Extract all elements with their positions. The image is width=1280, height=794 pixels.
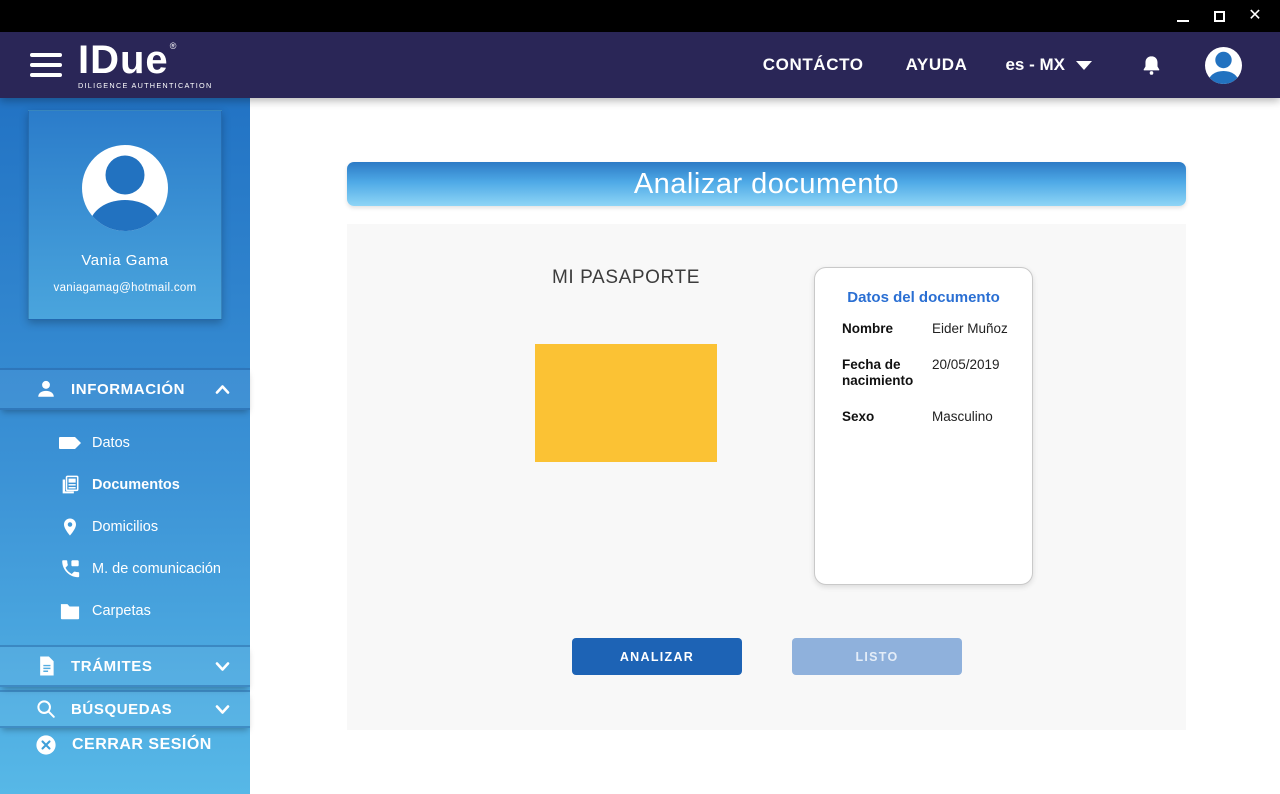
- page-title-banner: Analizar documento: [347, 162, 1186, 206]
- field-label: Nombre: [842, 321, 926, 337]
- hamburger-icon: [30, 53, 62, 57]
- document-data-card: Datos del documento Nombre Eider Muñoz F…: [814, 267, 1033, 585]
- document-label: MI PASAPORTE: [476, 267, 776, 289]
- profile-name: Vania Gama: [81, 252, 168, 269]
- chevron-down-icon: [215, 661, 230, 672]
- sidebar-section-label: INFORMACIÓN: [71, 381, 215, 398]
- chevron-down-icon: [1076, 61, 1092, 70]
- card-title: Datos del documento: [815, 289, 1032, 306]
- field-row-sexo: Sexo Masculino: [842, 409, 1018, 425]
- sidebar-item-documentos[interactable]: Documentos: [0, 464, 250, 506]
- app-header: IDue ® DILIGENCE AUTHENTICATION CONTÁCTO…: [0, 32, 1280, 98]
- registered-mark: ®: [170, 42, 177, 51]
- page-title: Analizar documento: [634, 168, 899, 201]
- field-label: Fecha de nacimiento: [842, 357, 926, 389]
- logout-button[interactable]: CERRAR SESIÓN: [0, 730, 250, 760]
- bell-icon: [1140, 54, 1163, 77]
- content-panel: MI PASAPORTE Datos del documento Nombre …: [347, 224, 1186, 730]
- menu-button[interactable]: [30, 53, 62, 77]
- sidebar-item-label: Documentos: [92, 477, 180, 493]
- hamburger-icon: [30, 73, 62, 77]
- sidebar-item-label: M. de comunicación: [92, 561, 221, 577]
- header-nav: CONTÁCTO AYUDA es - MX: [763, 47, 1242, 84]
- chevron-up-icon: [215, 384, 230, 395]
- avatar: [82, 145, 168, 231]
- logout-label: CERRAR SESIÓN: [72, 736, 212, 754]
- sidebar-item-comunicacion[interactable]: M. de comunicación: [0, 548, 250, 590]
- logo-tagline: DILIGENCE AUTHENTICATION: [78, 82, 212, 89]
- field-row-fecha-nacimiento: Fecha de nacimiento 20/05/2019: [842, 357, 1018, 389]
- profile-card: Vania Gama vaniagamag@hotmail.com: [28, 110, 222, 320]
- language-label: es - MX: [1005, 55, 1065, 75]
- notifications-button[interactable]: [1140, 54, 1163, 77]
- informacion-submenu: Datos Documentos Domicilios: [0, 410, 250, 640]
- minimize-icon: [1177, 20, 1189, 22]
- field-value: 20/05/2019: [932, 357, 1018, 389]
- analyze-button[interactable]: ANALIZAR: [572, 638, 742, 675]
- logo-text: IDue: [78, 40, 169, 80]
- chevron-down-icon: [215, 704, 230, 715]
- ready-button[interactable]: LISTO: [792, 638, 962, 675]
- sidebar-section-label: TRÁMITES: [71, 658, 215, 675]
- language-selector[interactable]: es - MX: [1005, 55, 1092, 75]
- person-icon: [82, 145, 168, 231]
- search-icon: [34, 698, 58, 720]
- sidebar: Vania Gama vaniagamag@hotmail.com INFORM…: [0, 98, 250, 794]
- close-button[interactable]: ✕: [1240, 2, 1270, 30]
- documents-icon: [56, 474, 84, 496]
- app-logo: IDue ® DILIGENCE AUTHENTICATION: [78, 40, 212, 89]
- folder-icon: [56, 601, 84, 621]
- sidebar-section-tramites[interactable]: TRÁMITES: [0, 645, 250, 687]
- help-link[interactable]: AYUDA: [906, 55, 968, 75]
- hamburger-icon: [30, 63, 62, 67]
- location-pin-icon: [56, 516, 84, 538]
- circle-x-icon: [34, 734, 58, 756]
- person-icon: [1205, 47, 1242, 84]
- sidebar-item-domicilios[interactable]: Domicilios: [0, 506, 250, 548]
- field-value: Masculino: [932, 409, 1018, 425]
- contact-link[interactable]: CONTÁCTO: [763, 55, 864, 75]
- minimize-button[interactable]: [1168, 2, 1198, 30]
- maximize-button[interactable]: [1204, 2, 1234, 30]
- sidebar-item-label: Datos: [92, 435, 130, 451]
- sidebar-item-label: Carpetas: [92, 603, 151, 619]
- person-icon: [34, 378, 58, 400]
- field-value: Eider Muñoz: [932, 321, 1018, 337]
- profile-email: vaniagamag@hotmail.com: [54, 282, 197, 294]
- document-preview: [535, 344, 717, 462]
- sidebar-section-busquedas[interactable]: BÚSQUEDAS: [0, 690, 250, 728]
- tag-icon: [56, 436, 84, 450]
- phone-icon: [56, 558, 84, 580]
- field-label: Sexo: [842, 409, 926, 425]
- maximize-icon: [1214, 11, 1225, 22]
- window-titlebar: ✕: [0, 0, 1280, 32]
- sidebar-item-label: Domicilios: [92, 519, 158, 535]
- card-rows: Nombre Eider Muñoz Fecha de nacimiento 2…: [842, 321, 1018, 425]
- field-row-nombre: Nombre Eider Muñoz: [842, 321, 1018, 337]
- sidebar-section-label: BÚSQUEDAS: [71, 701, 215, 718]
- sidebar-section-informacion[interactable]: INFORMACIÓN: [0, 368, 250, 410]
- sidebar-item-carpetas[interactable]: Carpetas: [0, 590, 250, 632]
- sidebar-item-datos[interactable]: Datos: [0, 422, 250, 464]
- file-icon: [34, 655, 58, 677]
- user-avatar[interactable]: [1205, 47, 1242, 84]
